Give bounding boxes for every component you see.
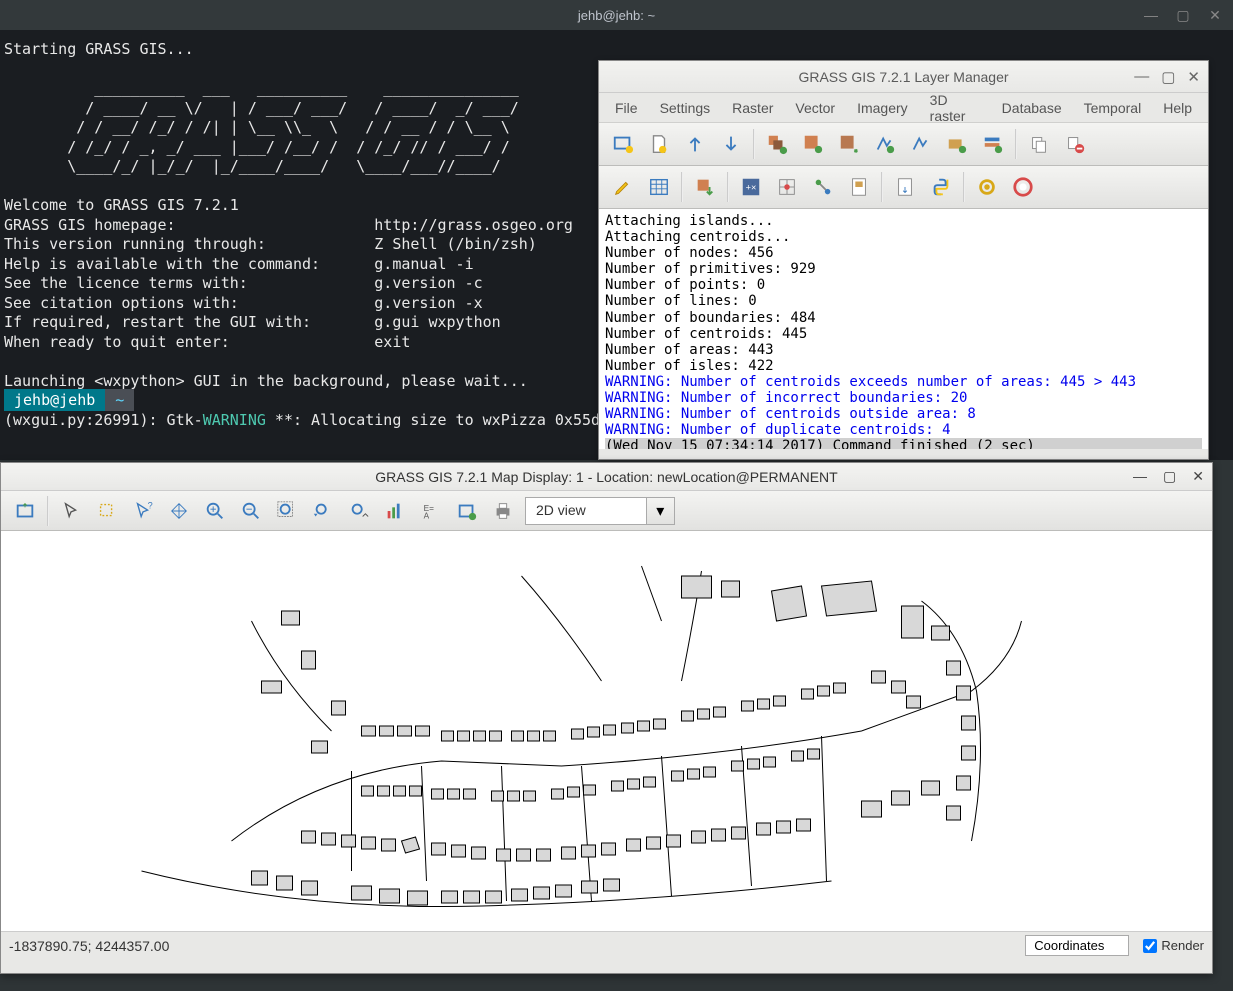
overlay-icon[interactable]: E=A (417, 497, 445, 525)
composer-icon[interactable] (845, 173, 873, 201)
map-display-window: GRASS GIS 7.2.1 Map Display: 1 - Locatio… (0, 462, 1213, 974)
menu-vector[interactable]: Vector (785, 96, 845, 120)
close-button[interactable]: ✕ (1192, 468, 1204, 485)
minimize-button[interactable]: — (1141, 5, 1161, 25)
layermgr-output[interactable]: Attaching islands...Attaching centroids.… (599, 209, 1208, 449)
modeler-icon[interactable] (809, 173, 837, 201)
georectify-icon[interactable] (773, 173, 801, 201)
maximize-button[interactable]: ▢ (1161, 68, 1175, 86)
zoom-last-icon[interactable] (309, 497, 337, 525)
zoom-out-icon[interactable] (237, 497, 265, 525)
attribute-table-icon[interactable] (645, 173, 673, 201)
prompt-path: ~ (105, 389, 134, 411)
python-icon[interactable] (927, 173, 955, 201)
raster-calc-icon[interactable]: +× (737, 173, 765, 201)
output-line: Attaching islands... (605, 213, 1202, 229)
open-workspace-icon[interactable] (681, 130, 709, 158)
copy-layer-icon[interactable] (1025, 130, 1053, 158)
render-checkbox[interactable]: Render (1143, 938, 1204, 953)
edit-vector-icon[interactable] (609, 173, 637, 201)
menu-file[interactable]: File (605, 96, 648, 120)
output-line: WARNING: Number of incorrect boundaries:… (605, 390, 1202, 406)
pan-icon[interactable] (165, 497, 193, 525)
output-line: (Wed Nov 15 07:34:14 2017) Command finis… (605, 438, 1202, 449)
close-button[interactable]: ✕ (1205, 5, 1225, 25)
menu-help[interactable]: Help (1153, 96, 1202, 120)
query-icon[interactable]: ? (129, 497, 157, 525)
dropdown-icon[interactable]: ▾ (646, 498, 674, 524)
add-multi-raster-icon[interactable] (763, 130, 791, 158)
settings-icon[interactable] (973, 173, 1001, 201)
zoom-menu-icon[interactable] (345, 497, 373, 525)
add-raster-icon[interactable] (799, 130, 827, 158)
output-line: Number of nodes: 456 (605, 245, 1202, 261)
status-mode-select[interactable]: Coordinates (1025, 935, 1129, 956)
render-map-icon[interactable] (11, 497, 39, 525)
help-icon[interactable] (1009, 173, 1037, 201)
add-misc-raster-icon[interactable] (835, 130, 863, 158)
select-icon[interactable] (93, 497, 121, 525)
output-line: Number of isles: 422 (605, 358, 1202, 374)
analyze-icon[interactable] (381, 497, 409, 525)
output-line: Number of areas: 443 (605, 342, 1202, 358)
output-line: Number of primitives: 929 (605, 261, 1202, 277)
map-toolbar: ? E=A 2D view ▾ (1, 491, 1212, 531)
new-workspace-icon[interactable] (645, 130, 673, 158)
menu-imagery[interactable]: Imagery (847, 96, 918, 120)
layer-manager-window: GRASS GIS 7.2.1 Layer Manager — ▢ ✕ File… (598, 60, 1209, 460)
map-statusbar: -1837890.75; 4244357.00 Coordinates Rend… (1, 931, 1212, 959)
zoom-extent-icon[interactable] (273, 497, 301, 525)
map-title: GRASS GIS 7.2.1 Map Display: 1 - Locatio… (375, 469, 837, 485)
menu-temporal[interactable]: Temporal (1074, 96, 1152, 120)
gtk-line: (wxgui.py:26991): Gtk-WARNING **: Alloca… (4, 411, 609, 429)
output-line: Number of points: 0 (605, 277, 1202, 293)
close-button[interactable]: ✕ (1187, 68, 1200, 86)
maximize-button[interactable]: ▢ (1163, 468, 1176, 485)
zoom-in-icon[interactable] (201, 497, 229, 525)
add-vector-icon[interactable] (871, 130, 899, 158)
output-line: WARNING: Number of centroids outside are… (605, 406, 1202, 422)
menu-raster[interactable]: Raster (722, 96, 783, 120)
layermgr-titlebar[interactable]: GRASS GIS 7.2.1 Layer Manager — ▢ ✕ (599, 61, 1208, 93)
pointer-icon[interactable] (57, 497, 85, 525)
output-line: Number of centroids: 445 (605, 326, 1202, 342)
script-load-icon[interactable] (891, 173, 919, 201)
layermgr-toolbar-1 (599, 123, 1208, 166)
remove-layer-icon[interactable] (1061, 130, 1089, 158)
add-misc-vector-icon[interactable] (907, 130, 935, 158)
view-mode-select[interactable]: 2D view ▾ (525, 497, 675, 525)
prompt-user: jehb@jehb (4, 389, 105, 411)
layermgr-menubar: FileSettingsRasterVectorImagery3D raster… (599, 93, 1208, 123)
add-overlay-icon[interactable] (943, 130, 971, 158)
save-display-icon[interactable] (453, 497, 481, 525)
map-canvas[interactable] (1, 531, 1212, 931)
save-workspace-icon[interactable] (717, 130, 745, 158)
layermgr-toolbar-2: +× (599, 166, 1208, 209)
terminal-titlebar[interactable]: jehb@jehb: ~ — ▢ ✕ (0, 0, 1233, 30)
terminal-title: jehb@jehb: ~ (578, 8, 655, 23)
svg-text:A: A (424, 511, 430, 520)
map-titlebar[interactable]: GRASS GIS 7.2.1 Map Display: 1 - Locatio… (1, 463, 1212, 491)
output-line: Attaching centroids... (605, 229, 1202, 245)
minimize-button[interactable]: — (1134, 68, 1149, 86)
status-coordinates: -1837890.75; 4244357.00 (9, 938, 169, 954)
svg-text:?: ? (148, 500, 153, 510)
new-display-icon[interactable] (609, 130, 637, 158)
print-icon[interactable] (489, 497, 517, 525)
svg-text:+×: +× (746, 183, 757, 193)
output-line: Number of boundaries: 484 (605, 310, 1202, 326)
add-group-icon[interactable] (979, 130, 1007, 158)
layermgr-title: GRASS GIS 7.2.1 Layer Manager (798, 69, 1008, 85)
menu-database[interactable]: Database (992, 96, 1072, 120)
import-raster-icon[interactable] (691, 173, 719, 201)
menu-3d-raster[interactable]: 3D raster (920, 88, 990, 128)
output-line: Number of lines: 0 (605, 293, 1202, 309)
maximize-button[interactable]: ▢ (1173, 5, 1193, 25)
output-line: WARNING: Number of centroids exceeds num… (605, 374, 1202, 390)
minimize-button[interactable]: — (1133, 468, 1147, 485)
output-line: WARNING: Number of duplicate centroids: … (605, 422, 1202, 438)
menu-settings[interactable]: Settings (650, 96, 721, 120)
